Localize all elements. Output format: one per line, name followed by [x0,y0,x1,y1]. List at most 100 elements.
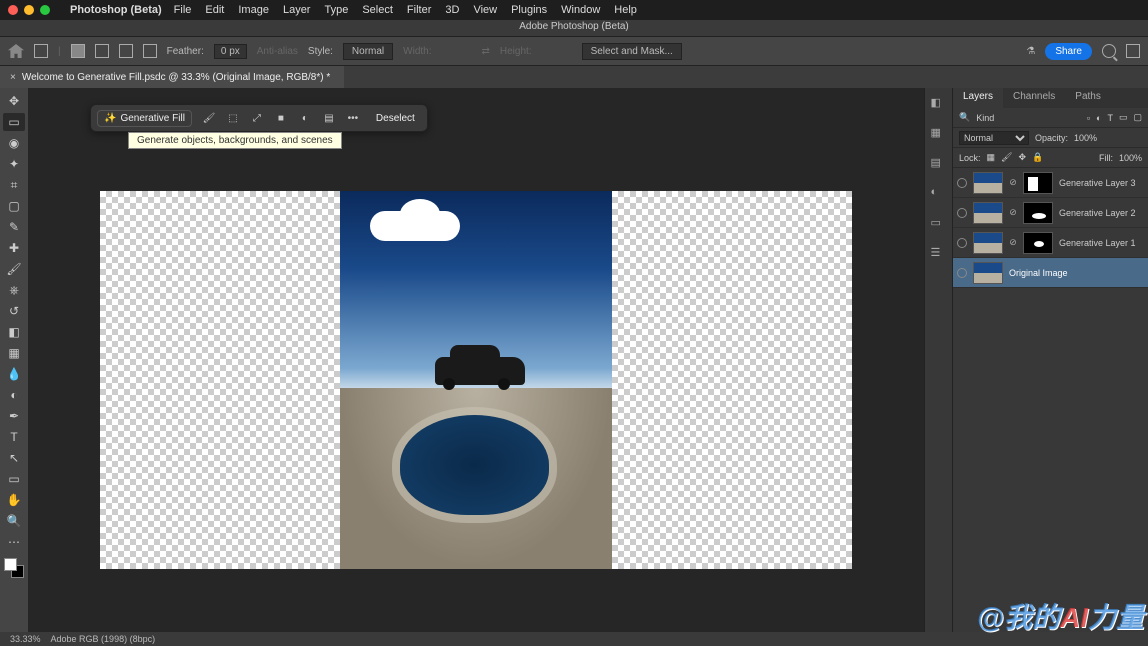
layer-row[interactable]: Original Image [953,258,1148,288]
menu-type[interactable]: Type [324,4,348,16]
layer-name[interactable]: Original Image [1009,268,1068,278]
select-and-mask-button[interactable]: Select and Mask... [582,43,682,60]
filter-shape-icon[interactable]: ▭ [1119,112,1128,123]
eyedropper-tool[interactable]: ✎ [3,218,25,236]
layer-thumb[interactable] [973,202,1003,224]
adjustment-icon[interactable]: ◐ [298,111,312,125]
share-button[interactable]: Share [1045,43,1092,60]
gradients-panel-icon[interactable]: ▤ [931,156,947,172]
filter-pixel-icon[interactable]: ▫ [1087,113,1090,123]
zoom-level[interactable]: 33.33% [10,634,41,644]
layer-thumb[interactable] [973,262,1003,284]
tool-preset-icon[interactable] [34,44,48,58]
type-tool[interactable]: T [3,428,25,446]
filter-adjust-icon[interactable]: ◐ [1096,113,1101,123]
tab-layers[interactable]: Layers [953,88,1003,108]
mask-thumb[interactable] [1023,232,1053,254]
kind-filter[interactable]: Kind [976,113,994,123]
layer-thumb[interactable] [973,232,1003,254]
filter-smart-icon[interactable]: ▢ [1133,112,1142,123]
swatches-panel-icon[interactable]: ▦ [931,126,947,142]
tab-channels[interactable]: Channels [1003,88,1065,108]
selection-intersect-icon[interactable] [143,44,157,58]
mask-thumb[interactable] [1023,202,1053,224]
visibility-icon[interactable] [957,268,967,278]
crop-tool[interactable]: ⌗ [3,176,25,194]
frame-tool[interactable]: ▢ [3,197,25,215]
brush-tool[interactable]: 🖌 [3,260,25,278]
menu-help[interactable]: Help [614,4,637,16]
close-tab-icon[interactable]: × [10,72,16,83]
menu-window[interactable]: Window [561,4,600,16]
menu-image[interactable]: Image [238,4,269,16]
layer-row[interactable]: ⊘ Generative Layer 3 [953,168,1148,198]
menu-layer[interactable]: Layer [283,4,311,16]
marquee-tool[interactable]: ▭ [3,113,25,131]
canvas[interactable]: ✨ Generative Fill 🖌 ⬚ ⤢ ■ ◐ ▤ ••• Desele… [28,88,924,632]
workspace-icon[interactable] [1126,44,1140,58]
zoom-tool[interactable]: 🔍 [3,512,25,530]
more-icon[interactable]: ••• [346,111,360,125]
move-tool[interactable]: ✥ [3,92,25,110]
window-controls[interactable] [8,5,50,15]
mask-thumb[interactable] [1023,172,1053,194]
lock-all-icon[interactable]: 🔒 [1032,152,1043,163]
link-icon[interactable]: ⊘ [1009,207,1017,218]
selection-new-icon[interactable] [71,44,85,58]
pen-tool[interactable]: ✒ [3,407,25,425]
mask-icon[interactable]: ▤ [322,111,336,125]
modify-selection-icon[interactable]: ⬚ [226,111,240,125]
history-brush-tool[interactable]: ↺ [3,302,25,320]
blend-mode-select[interactable]: Normal [959,131,1029,145]
tab-paths[interactable]: Paths [1065,88,1111,108]
document-tab[interactable]: × Welcome to Generative Fill.psdc @ 33.3… [0,66,344,88]
color-swatch[interactable] [4,558,24,578]
brush-icon[interactable]: 🖌 [202,111,216,125]
feather-input[interactable]: 0 px [214,44,247,59]
beaker-icon[interactable]: ⚗ [1026,46,1035,57]
color-panel-icon[interactable]: ◧ [931,96,947,112]
lock-transparency-icon[interactable]: ▦ [987,152,996,163]
home-icon[interactable] [8,44,24,58]
menu-plugins[interactable]: Plugins [511,4,547,16]
layer-thumb[interactable] [973,172,1003,194]
menu-edit[interactable]: Edit [205,4,224,16]
app-name[interactable]: Photoshop (Beta) [70,4,162,16]
menu-view[interactable]: View [473,4,497,16]
libraries-panel-icon[interactable]: ▭ [931,216,947,232]
stamp-tool[interactable]: ⎈ [3,281,25,299]
blur-tool[interactable]: 💧 [3,365,25,383]
path-tool[interactable]: ↖ [3,449,25,467]
visibility-icon[interactable] [957,178,967,188]
dodge-tool[interactable]: ◐ [3,386,25,404]
properties-panel-icon[interactable]: ☰ [931,246,947,262]
hand-tool[interactable]: ✋ [3,491,25,509]
deselect-button[interactable]: Deselect [370,113,421,124]
shape-tool[interactable]: ▭ [3,470,25,488]
wand-tool[interactable]: ✦ [3,155,25,173]
layer-name[interactable]: Generative Layer 3 [1059,178,1136,188]
fill-value[interactable]: 100% [1119,153,1142,163]
visibility-icon[interactable] [957,238,967,248]
eraser-tool[interactable]: ◧ [3,323,25,341]
menu-3d[interactable]: 3D [445,4,459,16]
visibility-icon[interactable] [957,208,967,218]
lasso-tool[interactable]: ◉ [3,134,25,152]
search-icon[interactable] [1102,44,1116,58]
transform-icon[interactable]: ⤢ [250,111,264,125]
layer-row[interactable]: ⊘ Generative Layer 1 [953,228,1148,258]
selection-add-icon[interactable] [95,44,109,58]
layer-name[interactable]: Generative Layer 1 [1059,238,1136,248]
lock-position-icon[interactable]: ✥ [1018,152,1026,163]
link-icon[interactable]: ⊘ [1009,237,1017,248]
generative-fill-button[interactable]: ✨ Generative Fill [97,110,192,127]
doc-info[interactable]: Adobe RGB (1998) (8bpc) [51,634,156,644]
fill-icon[interactable]: ■ [274,111,288,125]
filter-type-icon[interactable]: T [1107,113,1113,123]
layer-name[interactable]: Generative Layer 2 [1059,208,1136,218]
selection-subtract-icon[interactable] [119,44,133,58]
link-icon[interactable]: ⊘ [1009,177,1017,188]
lock-pixels-icon[interactable]: 🖌 [1001,152,1012,163]
style-select[interactable]: Normal [343,43,393,60]
layer-row[interactable]: ⊘ Generative Layer 2 [953,198,1148,228]
